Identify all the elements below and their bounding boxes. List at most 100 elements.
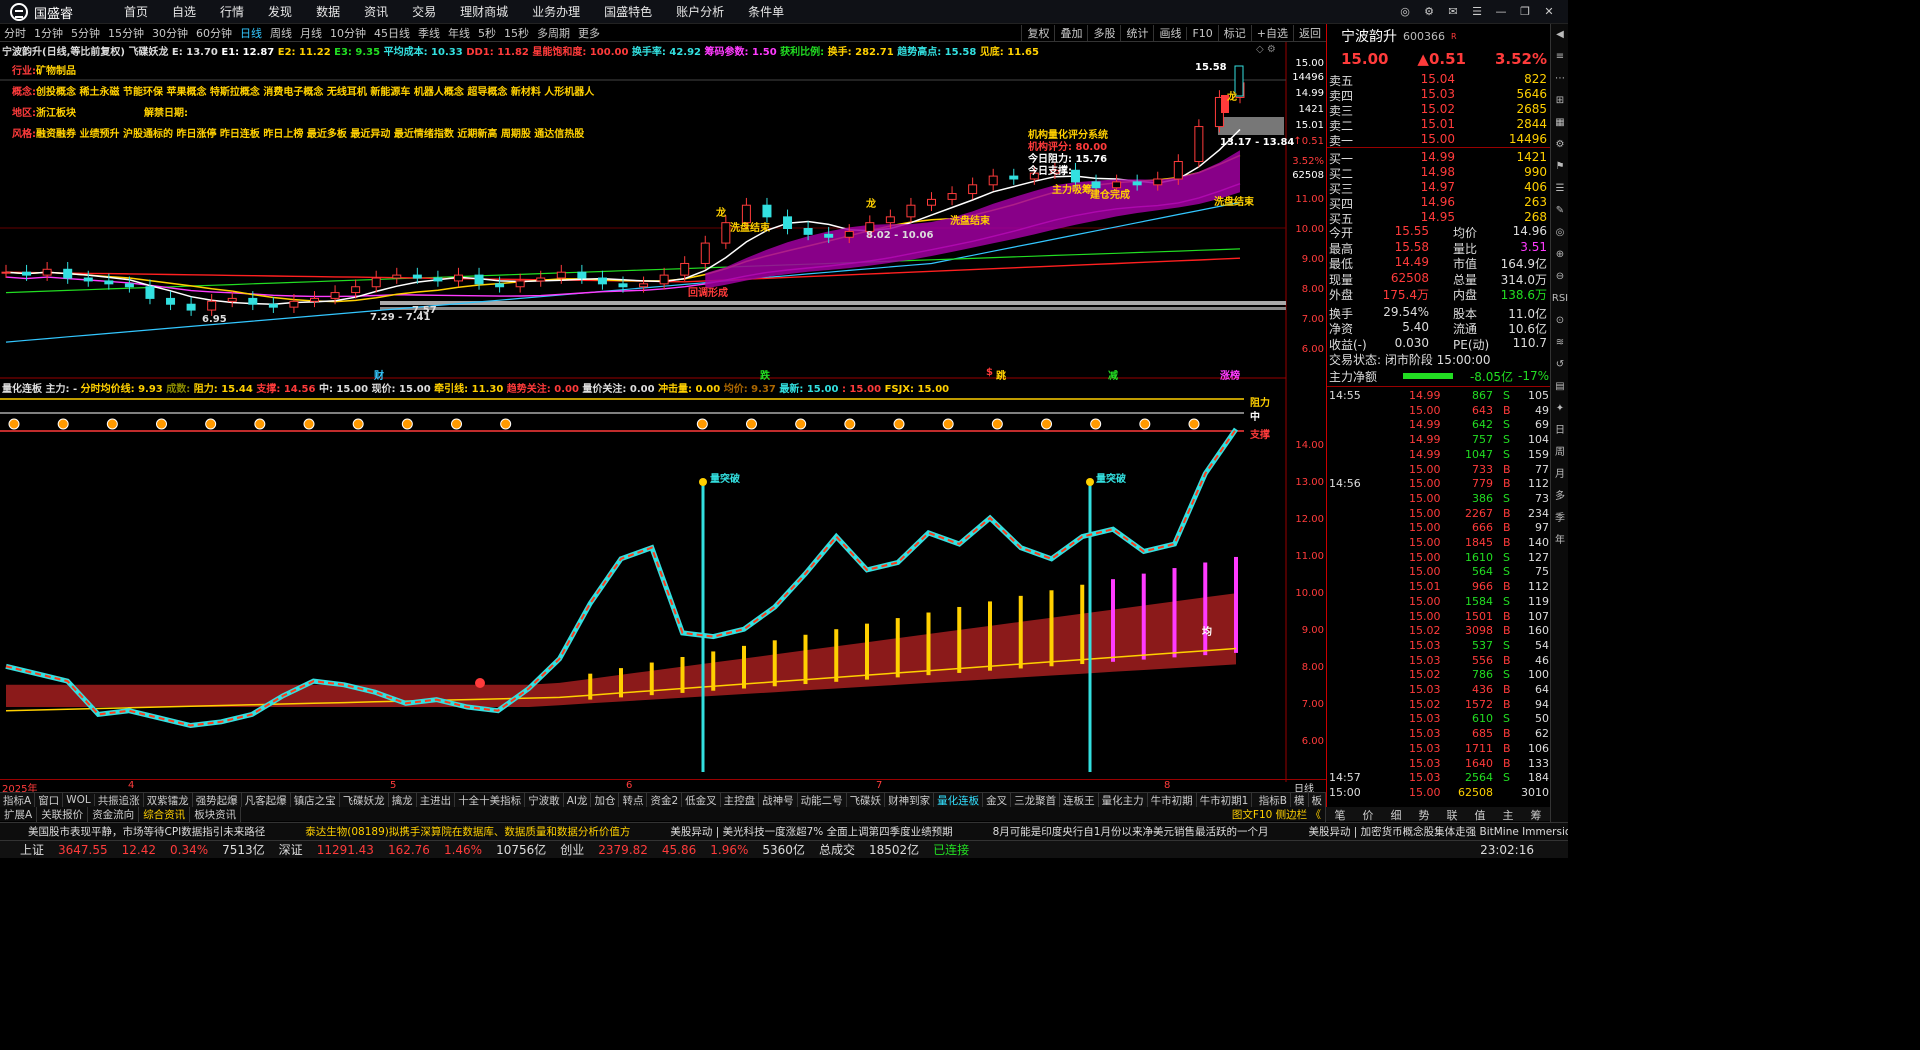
period-5[interactable]: 60分钟	[192, 25, 236, 41]
detail-tab[interactable]: 势	[1419, 807, 1430, 822]
menu-item-6[interactable]: 交易	[400, 0, 448, 24]
detail-tab[interactable]: 笔	[1335, 807, 1346, 822]
close-icon[interactable]: ✕	[1540, 3, 1558, 21]
news-item[interactable]: 美股异动 | 加密货币概念股集体走强 BitMine Immersion Tec…	[1308, 824, 1568, 839]
side-tool-icon[interactable]: 日	[1551, 420, 1568, 442]
side-tool-icon[interactable]: ⚑	[1551, 156, 1568, 178]
sub-indicator-name[interactable]: 量化连板	[2, 384, 42, 395]
side-tool-icon[interactable]: ⊕	[1551, 244, 1568, 266]
side-tool-icon[interactable]: ◀	[1551, 24, 1568, 46]
indicator-tab[interactable]: 凡客起爆	[242, 792, 291, 808]
skin-icon[interactable]: ⚙	[1420, 3, 1438, 21]
tool-3[interactable]: 统计	[1120, 25, 1153, 41]
indicator-tab[interactable]: 量化主力	[1099, 792, 1148, 808]
chart-settings-icon[interactable]: ◇ ⚙	[1256, 44, 1276, 55]
menu-item-3[interactable]: 发现	[256, 0, 304, 24]
maximize-icon[interactable]: ❐	[1516, 3, 1534, 21]
info-tab[interactable]: 关联报价	[37, 806, 89, 822]
menu-item-10[interactable]: 账户分析	[664, 0, 736, 24]
period-8[interactable]: 月线	[296, 25, 326, 41]
side-tool-icon[interactable]: ✦	[1551, 398, 1568, 420]
detail-tab[interactable]: 联	[1447, 807, 1458, 822]
indicator-tab-right[interactable]: 板	[1309, 792, 1326, 808]
indicator-tab-right[interactable]: 指标B	[1256, 792, 1291, 808]
side-tool-icon[interactable]: 多	[1551, 486, 1568, 508]
indicator-tab[interactable]: 窗口	[35, 792, 64, 808]
period-11[interactable]: 季线	[414, 25, 444, 41]
mail-icon[interactable]: ✉	[1444, 3, 1462, 21]
indicator-tab[interactable]: 牛市初期	[1148, 792, 1197, 808]
tick-list[interactable]: 14:55 14.99 867 S 105 15.00 643 B 49 14.99 642 S 69 1…	[1327, 386, 1551, 806]
period-6[interactable]: 日线	[236, 25, 266, 41]
orderbook-row[interactable]: 买五 14.95 268	[1327, 210, 1551, 226]
indicator-tab[interactable]: 资金2	[647, 792, 683, 808]
indicator-tab[interactable]: 宁波敢	[525, 792, 564, 808]
period-1[interactable]: 1分钟	[30, 25, 67, 41]
side-tool-icon[interactable]: ◎	[1551, 222, 1568, 244]
news-item[interactable]: 8月可能是印度央行自1月份以来净美元销售最活跃的一个月	[993, 824, 1269, 839]
side-tool-icon[interactable]: 年	[1551, 530, 1568, 552]
tool-5[interactable]: F10	[1186, 26, 1217, 40]
detail-tab[interactable]: 价	[1363, 807, 1374, 822]
indicator-tab[interactable]: 飞碟妖	[847, 792, 886, 808]
side-tool-icon[interactable]: ≡	[1551, 46, 1568, 68]
indicator-name[interactable]: 飞碟妖龙	[128, 47, 168, 58]
period-0[interactable]: 分时	[0, 25, 30, 41]
menu-item-0[interactable]: 首页	[112, 0, 160, 24]
menu-icon[interactable]: ☰	[1468, 3, 1486, 21]
detail-tab[interactable]: 筹	[1531, 807, 1542, 822]
indicator-tab[interactable]: 飞碟妖龙	[340, 792, 389, 808]
indicator-tab[interactable]: 强势起爆	[193, 792, 242, 808]
menu-item-4[interactable]: 数据	[304, 0, 352, 24]
menu-item-7[interactable]: 理财商城	[448, 0, 520, 24]
orderbook-row[interactable]: 买二 14.98 990	[1327, 165, 1551, 181]
side-tool-icon[interactable]: ↺	[1551, 354, 1568, 376]
period-14[interactable]: 15秒	[500, 25, 533, 41]
orderbook-row[interactable]: 卖四 15.03 5646	[1327, 87, 1551, 103]
indicator-tab[interactable]: 共振追涨	[95, 792, 144, 808]
period-15[interactable]: 多周期	[533, 25, 574, 41]
kline-chart[interactable]	[0, 42, 1326, 782]
indicator-tab[interactable]: 三龙聚首	[1011, 792, 1061, 808]
indicator-tab[interactable]: 主进出	[417, 792, 456, 808]
news-item[interactable]: 美股异动 | 美光科技一度涨超7% 全面上调第四季度业绩预期	[670, 824, 952, 839]
tool-7[interactable]: +自选	[1250, 25, 1293, 41]
industry-value[interactable]: 矿物制品	[36, 66, 76, 77]
menu-item-8[interactable]: 业务办理	[520, 0, 592, 24]
period-3[interactable]: 15分钟	[104, 25, 148, 41]
app-logo[interactable]: 国盛睿	[10, 3, 73, 22]
indicator-tab[interactable]: 指标A	[0, 792, 36, 808]
side-tool-icon[interactable]: RSI	[1551, 288, 1568, 310]
side-tool-icon[interactable]: 月	[1551, 464, 1568, 486]
minimize-icon[interactable]: —	[1492, 3, 1510, 21]
period-12[interactable]: 年线	[444, 25, 474, 41]
tool-2[interactable]: 多股	[1087, 25, 1120, 41]
side-tool-icon[interactable]: ☰	[1551, 178, 1568, 200]
detail-tab[interactable]: 值	[1475, 807, 1486, 822]
indicator-tab[interactable]: 十全十美指标	[455, 792, 526, 808]
indicator-tab[interactable]: 主控盘	[721, 792, 760, 808]
side-tool-icon[interactable]: ▤	[1551, 376, 1568, 398]
tool-1[interactable]: 叠加	[1054, 25, 1087, 41]
indicator-tab[interactable]: 战神号	[759, 792, 798, 808]
orderbook-row[interactable]: 卖五 15.04 822	[1327, 72, 1551, 88]
orderbook-row[interactable]: 买三 14.97 406	[1327, 180, 1551, 196]
detail-tab[interactable]: 细	[1391, 807, 1402, 822]
tool-8[interactable]: 返回	[1293, 25, 1326, 41]
info-tab[interactable]: 综合资讯	[139, 806, 191, 822]
menu-item-1[interactable]: 自选	[160, 0, 208, 24]
style-value[interactable]: 融资融券 业绩预升 沪股通标的 昨日涨停 昨日连板 昨日上榜 最近多板 最近异动…	[36, 129, 584, 140]
orderbook-row[interactable]: 卖三 15.02 2685	[1327, 102, 1551, 118]
period-7[interactable]: 周线	[266, 25, 296, 41]
period-4[interactable]: 30分钟	[148, 25, 192, 41]
indicator-tab[interactable]: 转点	[619, 792, 648, 808]
menu-item-5[interactable]: 资讯	[352, 0, 400, 24]
indicator-tab[interactable]: 双紫镭龙	[144, 792, 193, 808]
menu-item-9[interactable]: 国盛特色	[592, 0, 664, 24]
tool-6[interactable]: 标记	[1217, 25, 1251, 41]
news-ticker[interactable]: 美国股市表现平静，市场等待CPI数据指引未来路径 泰达生物(08189)拟携手深算…	[0, 822, 1568, 840]
menu-item-2[interactable]: 行情	[208, 0, 256, 24]
indicator-tab[interactable]: 加仓	[591, 792, 620, 808]
region-value[interactable]: 浙江板块	[36, 108, 76, 119]
side-tool-icon[interactable]: 季	[1551, 508, 1568, 530]
